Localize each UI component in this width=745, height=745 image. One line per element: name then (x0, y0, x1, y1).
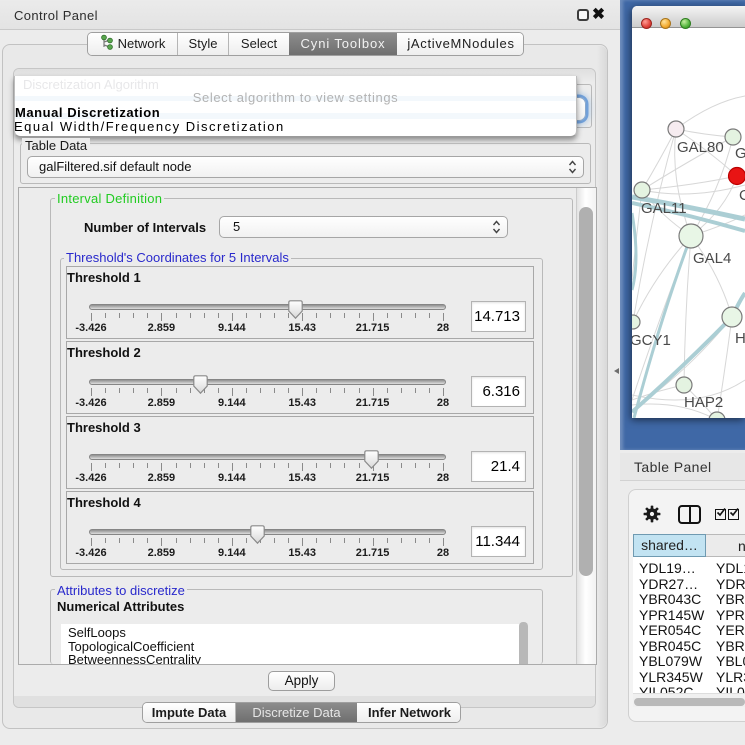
svg-text:GAL80: GAL80 (677, 139, 724, 156)
svg-text:GAL11: GAL11 (641, 200, 687, 217)
svg-text:C: C (739, 187, 745, 204)
svg-text:G.: G. (735, 145, 745, 162)
svg-text:GAL4: GAL4 (693, 250, 731, 267)
svg-text:H: H (735, 330, 745, 347)
svg-text:GCY1: GCY1 (632, 332, 671, 349)
svg-text:HAP2: HAP2 (684, 394, 723, 411)
